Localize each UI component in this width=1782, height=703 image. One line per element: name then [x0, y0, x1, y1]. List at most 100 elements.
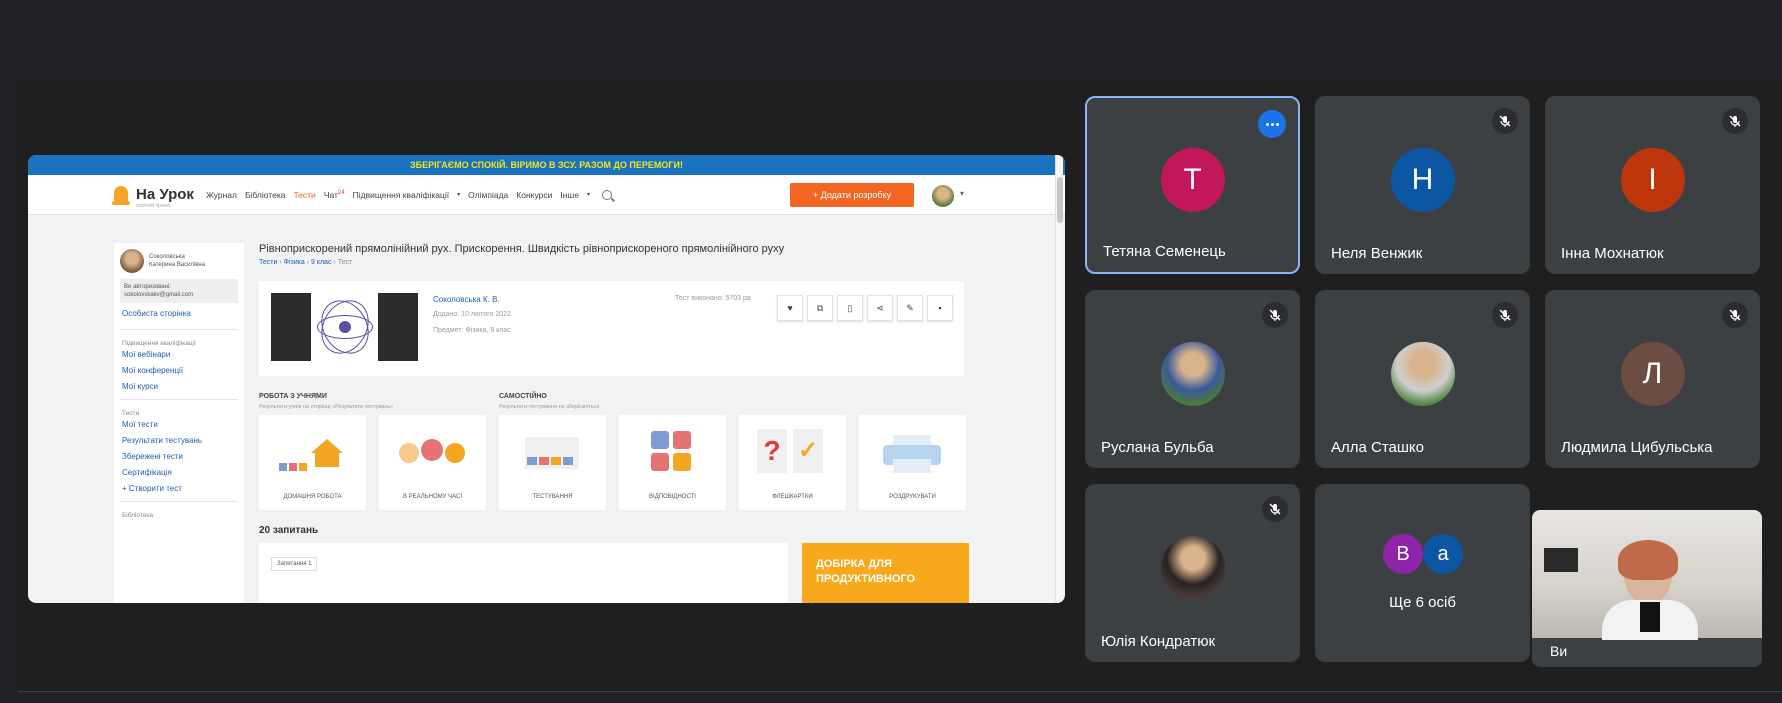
- user-given-name: Катерина Василівна: [149, 262, 206, 268]
- divider: [120, 329, 238, 330]
- trash-icon[interactable]: ▪: [927, 295, 953, 321]
- participant-photo: [1160, 535, 1225, 600]
- sidebar-section-library: Бібліотека: [122, 512, 153, 519]
- tile-label: ВІДПОВІДНОСТІ: [649, 494, 696, 500]
- participant-tile[interactable]: Руслана Бульба: [1085, 290, 1300, 468]
- sidebar-item-results[interactable]: Результати тестувань: [114, 433, 244, 449]
- more-participants-label: Ще 6 осіб: [1389, 594, 1456, 611]
- participant-photo: [1160, 341, 1225, 406]
- nav-chat[interactable]: Чат24: [324, 190, 345, 200]
- tile-label: В РЕАЛЬНОМУ ЧАСІ: [402, 494, 463, 500]
- participant-tile[interactable]: Алла Сташко: [1315, 290, 1530, 468]
- divider: [120, 501, 238, 502]
- sidebar: Соколовська Катерина Василівна Ви авториз…: [114, 243, 244, 603]
- add-material-button[interactable]: + Додати розробку: [790, 183, 914, 207]
- promo-banner[interactable]: ДОБІРКА ДЛЯ ПРОДУКТИВНОГО: [802, 543, 969, 603]
- participant-name: Алла Сташко: [1331, 439, 1425, 456]
- nav-chat-label: Чат: [323, 189, 338, 200]
- breadcrumb-grade[interactable]: 9 клас: [311, 259, 331, 266]
- card-author[interactable]: Соколовська К. В.: [433, 295, 500, 304]
- tile-label: ФЛЕШКАРТКИ: [772, 494, 813, 500]
- tile-label: РОЗДРУКУВАТИ: [889, 494, 936, 500]
- edit-icon[interactable]: ✎: [897, 295, 923, 321]
- top-bar: [0, 0, 1782, 82]
- chat-badge: 24: [337, 189, 345, 196]
- share-icon[interactable]: ⋖: [867, 295, 893, 321]
- tile-matching[interactable]: ВІДПОВІДНОСТІ: [619, 415, 726, 510]
- breadcrumb-physics[interactable]: Фізика: [284, 259, 305, 266]
- mic-off-icon: [1722, 108, 1748, 134]
- nav-other[interactable]: Інше: [560, 190, 579, 200]
- chevron-down-icon[interactable]: ▾: [960, 189, 964, 198]
- more-options-icon[interactable]: [1258, 110, 1286, 138]
- participant-tile[interactable]: Л Людмила Цибульська: [1545, 290, 1760, 468]
- sidebar-item-create-test[interactable]: + Створити тест: [114, 481, 244, 497]
- sidebar-item-saved[interactable]: Збережені тести: [114, 449, 244, 465]
- sidebar-item-courses[interactable]: Мої курси: [114, 379, 244, 395]
- breadcrumb: Тести › Фізика › 9 клас › Тест: [259, 259, 353, 266]
- nav-qualification[interactable]: Підвищення кваліфікації: [353, 190, 450, 200]
- card-completed: Тест виконано: 5703 ра: [675, 295, 751, 302]
- blocks-icon: [525, 437, 579, 469]
- sidebar-item-conferences[interactable]: Мої конференції: [114, 363, 244, 379]
- nav-olympiad[interactable]: Олімпіада: [468, 190, 508, 200]
- main-content: Рівноприскорений прямолінійний рух. Прис…: [259, 243, 999, 603]
- test-card: Соколовська К. В. Додано: 10 лютого 2022…: [259, 281, 964, 376]
- participant-tile[interactable]: Т Тетяна Семенець: [1085, 96, 1300, 274]
- sidebar-item-my-tests[interactable]: Мої тести: [114, 417, 244, 433]
- tile-flashcards[interactable]: ? ✓ ФЛЕШКАРТКИ: [739, 415, 846, 510]
- participant-tile[interactable]: Н Неля Венжик: [1315, 96, 1530, 274]
- participant-avatar: В: [1383, 534, 1423, 574]
- chevron-down-icon: ▾: [586, 192, 590, 198]
- mic-off-icon: [1262, 496, 1288, 522]
- printer-icon: [883, 435, 941, 473]
- sidebar-section-qualification: Підвищення кваліфікації: [122, 340, 196, 347]
- document-icon[interactable]: ▯: [837, 295, 863, 321]
- auth-label: Ви авторизовані:: [124, 284, 171, 290]
- tile-realtime[interactable]: В РЕАЛЬНОМУ ЧАСІ: [379, 415, 486, 510]
- participant-avatar: Л: [1620, 341, 1685, 406]
- participant-tile[interactable]: Юлія Кондратюк: [1085, 484, 1300, 662]
- puzzle-icon: [651, 431, 695, 475]
- breadcrumb-tests[interactable]: Тести: [259, 259, 277, 266]
- support-banner: ЗБЕРІГАЄМО СПОКІЙ. ВІРИМО В ЗСУ. РАЗОМ Д…: [28, 155, 1065, 175]
- copy-icon[interactable]: ⧉: [807, 295, 833, 321]
- nav-journal[interactable]: Журнал: [206, 190, 237, 200]
- sidebar-item-personal[interactable]: Особиста сторінка: [114, 303, 244, 325]
- self-name: Ви: [1550, 643, 1568, 659]
- test-thumbnail: [271, 293, 418, 361]
- tile-print[interactable]: РОЗДРУКУВАТИ: [859, 415, 966, 510]
- sidebar-user: Соколовська Катерина Василівна: [114, 243, 244, 279]
- participant-avatar: a: [1423, 534, 1463, 574]
- tile-testing[interactable]: ТЕСТУВАННЯ: [499, 415, 606, 510]
- sidebar-item-webinars[interactable]: Мої вебінари: [114, 347, 244, 363]
- section-self: САМОСТІЙНО: [499, 393, 547, 400]
- participant-avatar: Н: [1390, 147, 1455, 212]
- logo-subtitle: освітній проект: [136, 203, 171, 209]
- card-actions: ♥ ⧉ ▯ ⋖ ✎ ▪: [777, 295, 953, 321]
- chevron-down-icon: ▾: [457, 192, 461, 198]
- mic-off-icon: [1492, 108, 1518, 134]
- nav-tests[interactable]: Тести: [293, 190, 315, 200]
- nav-contests[interactable]: Конкурси: [516, 190, 552, 200]
- tile-homework[interactable]: ДОМАШНЯ РОБОТА: [259, 415, 366, 510]
- mic-off-icon: [1262, 302, 1288, 328]
- participant-tile[interactable]: І Інна Мохнатюк: [1545, 96, 1760, 274]
- card-subject: Предмет: Фізика, 9 клас: [433, 327, 511, 334]
- avatar[interactable]: [932, 185, 954, 207]
- scrollbar-thumb[interactable]: [1057, 177, 1063, 223]
- self-view-tile[interactable]: Ви: [1532, 510, 1762, 667]
- site-logo[interactable]: На Урок освітній проект: [136, 186, 194, 209]
- participant-name: Юлія Кондратюк: [1101, 633, 1216, 650]
- heart-icon[interactable]: ♥: [777, 295, 803, 321]
- mode-tiles: ДОМАШНЯ РОБОТА В РЕАЛЬНОМУ ЧАСІ ТЕСТУВАН…: [259, 415, 966, 510]
- search-icon[interactable]: [602, 189, 612, 200]
- house-icon: [311, 439, 343, 453]
- participant-name: Руслана Бульба: [1101, 439, 1214, 456]
- user-surname: Соколовська: [149, 254, 185, 260]
- scrollbar[interactable]: [1055, 155, 1063, 603]
- more-participants-tile[interactable]: В a Ще 6 осіб: [1315, 484, 1530, 662]
- nav-library[interactable]: Бібліотека: [245, 190, 286, 200]
- question-box: Запитання 1: [259, 543, 788, 603]
- sidebar-item-certification[interactable]: Сертифікація: [114, 465, 244, 481]
